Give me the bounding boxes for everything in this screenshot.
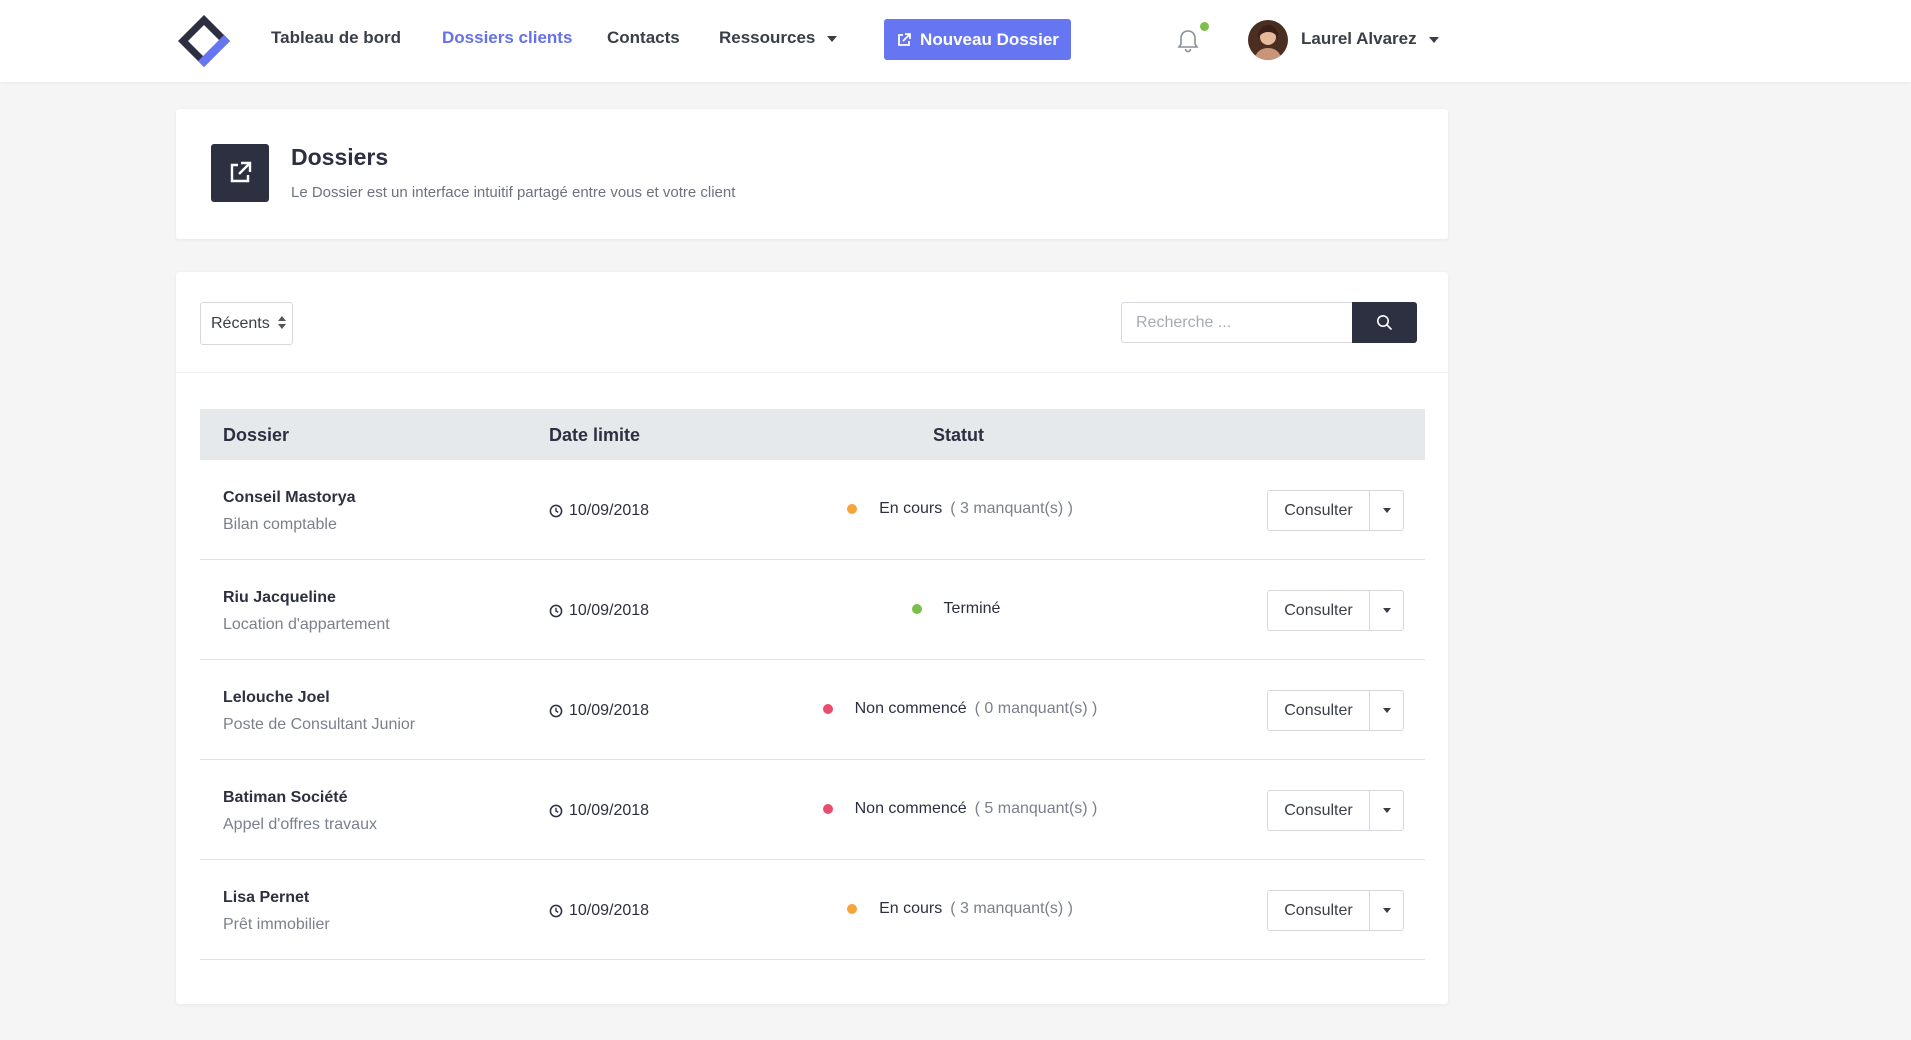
- chevron-down-icon: [827, 35, 838, 42]
- nav-dossiers-clients[interactable]: Dossiers clients: [442, 28, 572, 48]
- table-row: Conseil Mastorya Bilan comptable 10/09/2…: [200, 460, 1425, 560]
- nav-tableau-de-bord[interactable]: Tableau de bord: [271, 28, 401, 48]
- consult-button[interactable]: Consulter: [1267, 690, 1370, 731]
- status-badge: En cours: [879, 900, 943, 917]
- chevron-down-icon: [1382, 708, 1391, 713]
- dossier-type: Location d'appartement: [223, 616, 390, 633]
- sort-arrows-icon: [278, 316, 286, 329]
- external-link-icon: [211, 144, 269, 202]
- missing-count: ( 0 manquant(s) ): [974, 700, 1098, 717]
- status-cell: En cours ( 3 manquant(s) ): [200, 500, 1200, 518]
- status-dot: [847, 504, 858, 514]
- avatar[interactable]: [1248, 20, 1288, 60]
- search-input[interactable]: [1121, 302, 1352, 343]
- missing-count: ( 3 manquant(s) ): [950, 500, 1073, 517]
- sort-select[interactable]: Récents: [200, 302, 293, 345]
- row-actions: Consulter: [1267, 490, 1404, 531]
- table-row: Batiman Société Appel d'offres travaux 1…: [200, 760, 1425, 860]
- consult-button[interactable]: Consulter: [1267, 790, 1370, 831]
- divider: [176, 372, 1448, 373]
- user-name: Laurel Alvarez: [1301, 29, 1417, 48]
- status-dot: [911, 604, 922, 614]
- status-badge: En cours: [879, 500, 943, 517]
- status-badge: Non commencé: [854, 700, 967, 717]
- actions-dropdown-button[interactable]: [1370, 890, 1404, 931]
- table-row: Riu Jacqueline Location d'appartement 10…: [200, 560, 1425, 660]
- nav-ressources[interactable]: Ressources: [719, 28, 838, 48]
- search-button[interactable]: [1352, 302, 1417, 343]
- table-row: Lisa Pernet Prêt immobilier 10/09/2018 E…: [200, 860, 1425, 960]
- chevron-down-icon: [1382, 608, 1391, 613]
- status-dot: [822, 804, 833, 814]
- status-dot: [847, 904, 858, 914]
- user-menu[interactable]: Laurel Alvarez: [1301, 29, 1439, 49]
- nav-ressources-label: Ressources: [719, 28, 816, 47]
- notification-badge: [1200, 22, 1209, 31]
- chevron-down-icon: [1428, 36, 1439, 43]
- row-actions: Consulter: [1267, 790, 1404, 831]
- page-header-card: Dossiers Le Dossier est un interface int…: [176, 109, 1448, 239]
- consult-button[interactable]: Consulter: [1267, 590, 1370, 631]
- actions-dropdown-button[interactable]: [1370, 590, 1404, 631]
- column-header-statut: Statut: [933, 425, 984, 445]
- status-cell: En cours ( 3 manquant(s) ): [200, 900, 1200, 918]
- logo-icon[interactable]: [174, 11, 234, 71]
- page-title: Dossiers: [291, 144, 389, 170]
- dossier-type: Poste de Consultant Junior: [223, 716, 416, 733]
- actions-dropdown-button[interactable]: [1370, 790, 1404, 831]
- status-badge: Non commencé: [854, 800, 967, 817]
- missing-count: ( 5 manquant(s) ): [974, 800, 1098, 817]
- nav-contacts[interactable]: Contacts: [607, 28, 680, 48]
- page-subtitle: Le Dossier est un interface intuitif par…: [291, 184, 736, 201]
- status-cell: Non commencé ( 5 manquant(s) ): [200, 800, 1200, 818]
- status-badge: Terminé: [943, 600, 1001, 617]
- dossier-type: Bilan comptable: [223, 516, 337, 533]
- status-cell: Terminé: [200, 600, 1200, 618]
- dossiers-list-card: Récents Dossier Date limite Statut Conse…: [176, 272, 1448, 1004]
- column-header-date: Date limite: [549, 425, 641, 445]
- missing-count: ( 3 manquant(s) ): [950, 900, 1073, 917]
- new-dossier-label: Nouveau Dossier: [920, 29, 1059, 49]
- status-cell: Non commencé ( 0 manquant(s) ): [200, 700, 1200, 718]
- dossier-type: Appel d'offres travaux: [223, 816, 377, 833]
- chevron-down-icon: [1382, 508, 1391, 513]
- status-dot: [822, 704, 833, 714]
- row-actions: Consulter: [1267, 590, 1404, 631]
- actions-dropdown-button[interactable]: [1370, 490, 1404, 531]
- consult-button[interactable]: Consulter: [1267, 890, 1370, 931]
- dossier-type: Prêt immobilier: [223, 916, 330, 933]
- row-actions: Consulter: [1267, 890, 1404, 931]
- bell-icon[interactable]: [1175, 28, 1201, 54]
- consult-button[interactable]: Consulter: [1267, 490, 1370, 531]
- chevron-down-icon: [1382, 908, 1391, 913]
- table-header: Dossier Date limite Statut: [200, 409, 1425, 460]
- search-icon: [1377, 315, 1393, 331]
- actions-dropdown-button[interactable]: [1370, 690, 1404, 731]
- top-navbar: Tableau de bord Dossiers clients Contact…: [0, 0, 1911, 82]
- column-header-dossier: Dossier: [223, 425, 290, 445]
- sort-select-value: Récents: [211, 314, 270, 332]
- table-row: Lelouche Joel Poste de Consultant Junior…: [200, 660, 1425, 760]
- chevron-down-icon: [1382, 808, 1391, 813]
- new-dossier-button[interactable]: Nouveau Dossier: [884, 19, 1071, 60]
- external-link-icon: [898, 32, 911, 46]
- row-actions: Consulter: [1267, 690, 1404, 731]
